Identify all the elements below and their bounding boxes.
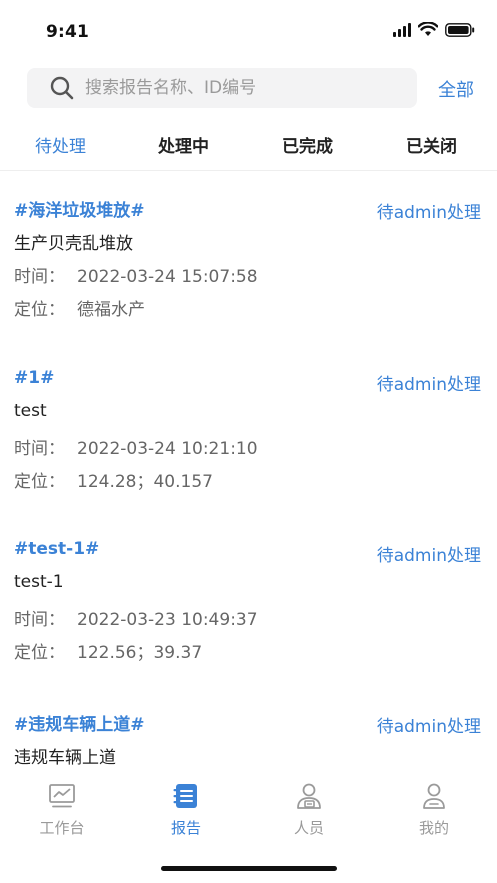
report-item[interactable]: #test-1# 待admin处理 test-1 时间： 2022-03-23 1… [0,523,497,673]
bottom-nav: 工作台 报告 人员 我的 [0,775,497,845]
nav-item-workbench[interactable]: 工作台 [22,781,102,838]
search-icon [50,76,74,100]
search-row: 全部 [0,66,497,110]
wifi-icon [418,22,438,36]
status-tabs: 待处理 处理中 已完成 已关闭 [0,118,497,171]
status-time: 9:41 [46,22,90,42]
dashboard-icon [49,784,75,808]
tab-pending[interactable]: 待处理 [35,132,86,157]
location-label: 定位： [14,643,65,663]
filter-all-button[interactable]: 全部 [438,76,474,102]
nav-label: 报告 [170,819,201,837]
report-item[interactable]: #1# 待admin处理 test 时间： 2022-03-24 10:21:10… [0,352,497,502]
report-time-row: 时间： 2022-03-23 10:49:37 [14,605,258,630]
people-icon [297,783,321,809]
report-status: 待admin处理 [376,375,481,395]
report-item[interactable]: #海洋垃圾堆放# 待admin处理 生产贝壳乱堆放 时间： 2022-03-24 … [0,180,497,330]
report-time: 2022-03-24 10:21:10 [77,439,258,459]
nav-label: 人员 [293,819,324,837]
search-box[interactable] [27,68,417,108]
report-description: test-1 [14,572,64,592]
report-title: #test-1# [14,539,100,559]
home-indicator[interactable] [161,866,337,871]
nav-item-people[interactable]: 人员 [269,781,349,838]
report-location: 德福水产 [77,300,145,320]
nav-item-mine[interactable]: 我的 [394,781,474,838]
report-time: 2022-03-23 10:49:37 [77,610,258,630]
tab-closed[interactable]: 已关闭 [406,132,457,157]
location-label: 定位： [14,472,65,492]
battery-icon [445,22,475,37]
report-status: 待admin处理 [376,203,481,223]
tab-processing[interactable]: 处理中 [158,132,209,157]
location-label: 定位： [14,300,65,320]
report-title: #违规车辆上道# [14,715,145,735]
nav-label: 工作台 [39,819,85,837]
report-time-row: 时间： 2022-03-24 10:21:10 [14,434,258,459]
report-location: 122.56；39.37 [77,643,203,663]
report-location-row: 定位： 德福水产 [14,295,145,320]
report-time-row: 时间： 2022-03-24 15:07:58 [14,262,258,287]
report-description: 生产贝壳乱堆放 [14,234,133,254]
status-bar: 9:41 [0,0,497,60]
report-status: 待admin处理 [376,546,481,566]
report-status: 待admin处理 [376,717,481,737]
report-time: 2022-03-24 15:07:58 [77,267,258,287]
cellular-signal-icon [393,22,411,37]
report-description: test [14,401,47,421]
report-description: 违规车辆上道 [14,748,116,768]
nav-item-report[interactable]: 报告 [146,781,226,838]
report-item[interactable]: #违规车辆上道# 待admin处理 违规车辆上道 [0,694,497,775]
report-location: 124.28；40.157 [77,472,213,492]
report-title: #海洋垃圾堆放# [14,201,145,221]
time-label: 时间： [14,267,65,287]
report-location-row: 定位： 124.28；40.157 [14,467,213,492]
report-icon [173,784,197,808]
report-title: #1# [14,368,55,388]
time-label: 时间： [14,610,65,630]
report-location-row: 定位： 122.56；39.37 [14,638,202,663]
tab-completed[interactable]: 已完成 [282,132,333,157]
status-icons [393,22,475,37]
nav-label: 我的 [418,819,449,837]
profile-icon [423,783,445,809]
report-list: #海洋垃圾堆放# 待admin处理 生产贝壳乱堆放 时间： 2022-03-24 … [0,180,497,775]
time-label: 时间： [14,439,65,459]
search-input[interactable] [83,77,387,99]
